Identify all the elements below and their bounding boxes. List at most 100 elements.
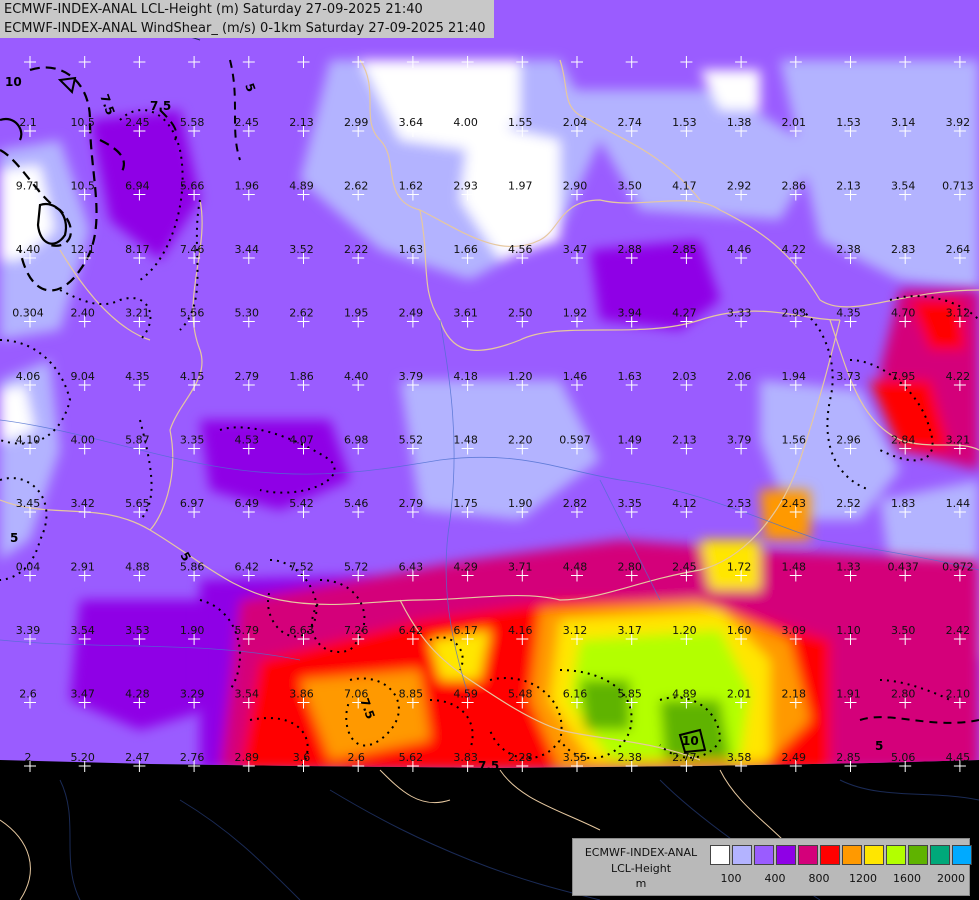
contour-label: 5 <box>10 531 18 545</box>
legend-label: 800 <box>808 872 830 885</box>
grid-value: 4.28 <box>125 688 150 701</box>
grid-value: 3.55 <box>563 751 588 764</box>
grid-value: 2.18 <box>782 688 807 701</box>
grid-value: 3.12 <box>946 307 971 320</box>
grid-value: 1.49 <box>617 434 642 447</box>
header-line-lcl: ECMWF-INDEX-ANAL LCL-Height (m) Saturday… <box>4 2 423 17</box>
legend-color-bar <box>710 845 974 865</box>
grid-value: 8.17 <box>125 243 150 256</box>
grid-value: 1.53 <box>672 116 697 129</box>
grid-value: 2.42 <box>946 624 971 637</box>
grid-value: 2.99 <box>344 116 369 129</box>
grid-value: 6.42 <box>235 561 260 574</box>
grid-value: 2.96 <box>836 434 861 447</box>
grid-value: 7.46 <box>180 243 205 256</box>
grid-value: 1.48 <box>453 434 478 447</box>
grid-value: 0.304 <box>12 307 44 320</box>
grid-value: 3.86 <box>289 688 314 701</box>
grid-value: 1.63 <box>399 243 424 256</box>
grid-value: 1.91 <box>836 688 861 701</box>
grid-value: 6.16 <box>563 688 588 701</box>
grid-value: 0.437 <box>887 561 919 574</box>
grid-value: 2.74 <box>617 116 642 129</box>
grid-value: 2.83 <box>891 243 916 256</box>
grid-value: 2.45 <box>672 561 697 574</box>
grid-value: 4.88 <box>125 561 150 574</box>
grid-value: 4.18 <box>453 370 478 383</box>
grid-value: 12.1 <box>70 243 95 256</box>
contour-label: 7.5 <box>478 759 499 773</box>
grid-value: 4.17 <box>672 180 697 193</box>
grid-value: 3.35 <box>617 497 642 510</box>
grid-value: 2.77 <box>672 751 697 764</box>
grid-value: 2.80 <box>617 561 642 574</box>
grid-value: 2 <box>25 751 32 764</box>
grid-value: 5.42 <box>289 497 314 510</box>
grid-value: 5.46 <box>344 497 369 510</box>
grid-value: 1.44 <box>946 497 971 510</box>
grid-value: 1.66 <box>453 243 478 256</box>
legend-swatch <box>842 845 862 865</box>
legend-label: 1600 <box>893 872 921 885</box>
grid-value: 0.597 <box>559 434 591 447</box>
legend-swatch <box>776 845 796 865</box>
legend-label: 2000 <box>937 872 965 885</box>
grid-value: 4.12 <box>672 497 697 510</box>
grid-value: 3.83 <box>453 751 478 764</box>
grid-value: 2.6 <box>19 688 37 701</box>
grid-value: 4.35 <box>836 307 861 320</box>
grid-value: 7.52 <box>289 561 314 574</box>
grid-value: 1.95 <box>344 307 369 320</box>
legend-swatch <box>732 845 752 865</box>
grid-value: 2.79 <box>399 497 424 510</box>
color-legend: ECMWF-INDEX-ANAL LCL-Height m 100 400 800 1… <box>572 838 972 896</box>
grid-value: 2.82 <box>563 497 588 510</box>
grid-value: 3.21 <box>946 434 971 447</box>
legend-model: ECMWF-INDEX-ANAL <box>584 846 698 859</box>
grid-value: 5.72 <box>344 561 369 574</box>
grid-value: 2.53 <box>727 497 752 510</box>
grid-value: 2.90 <box>563 180 588 193</box>
grid-value: 3.44 <box>235 243 260 256</box>
grid-value: 2.40 <box>70 307 95 320</box>
grid-value: 4.15 <box>180 370 205 383</box>
grid-value: 5.66 <box>180 180 205 193</box>
grid-value: 7.95 <box>891 370 916 383</box>
grid-value: 3.39 <box>16 624 41 637</box>
grid-value: 1.96 <box>235 180 260 193</box>
grid-value: 3.52 <box>289 243 314 256</box>
grid-value: 3.47 <box>70 688 95 701</box>
grid-value: 3.50 <box>617 180 642 193</box>
grid-value: 3.21 <box>125 307 150 320</box>
grid-value: 2.13 <box>836 180 861 193</box>
grid-value: 4.48 <box>563 561 588 574</box>
grid-value: 4.46 <box>727 243 752 256</box>
grid-value: 2.13 <box>672 434 697 447</box>
grid-value: 2.03 <box>672 370 697 383</box>
grid-value: 2.92 <box>727 180 752 193</box>
grid-value: 2.04 <box>563 116 588 129</box>
grid-value: 2.84 <box>891 434 916 447</box>
grid-value: 1.10 <box>836 624 861 637</box>
grid-value: 5.58 <box>180 116 205 129</box>
grid-value: 5.48 <box>508 688 533 701</box>
grid-value: 2.01 <box>727 688 752 701</box>
grid-value: 2.62 <box>344 180 369 193</box>
grid-value: 2.62 <box>289 307 314 320</box>
legend-swatch <box>908 845 928 865</box>
grid-value: 3.33 <box>727 307 752 320</box>
grid-value: 1.86 <box>289 370 314 383</box>
grid-value: 3.09 <box>782 624 807 637</box>
grid-value: 6.98 <box>344 434 369 447</box>
grid-value: 3.29 <box>180 688 205 701</box>
grid-value: 2.91 <box>70 561 95 574</box>
grid-value: 4.10 <box>16 434 41 447</box>
grid-value: 2.76 <box>180 751 205 764</box>
grid-value: 0.972 <box>942 561 974 574</box>
grid-value: 6.97 <box>180 497 205 510</box>
grid-value: 4.35 <box>125 370 150 383</box>
grid-value: 2.49 <box>399 307 424 320</box>
grid-value: 1.97 <box>508 180 533 193</box>
grid-value: 4.89 <box>289 180 314 193</box>
grid-value: 2.22 <box>344 243 369 256</box>
